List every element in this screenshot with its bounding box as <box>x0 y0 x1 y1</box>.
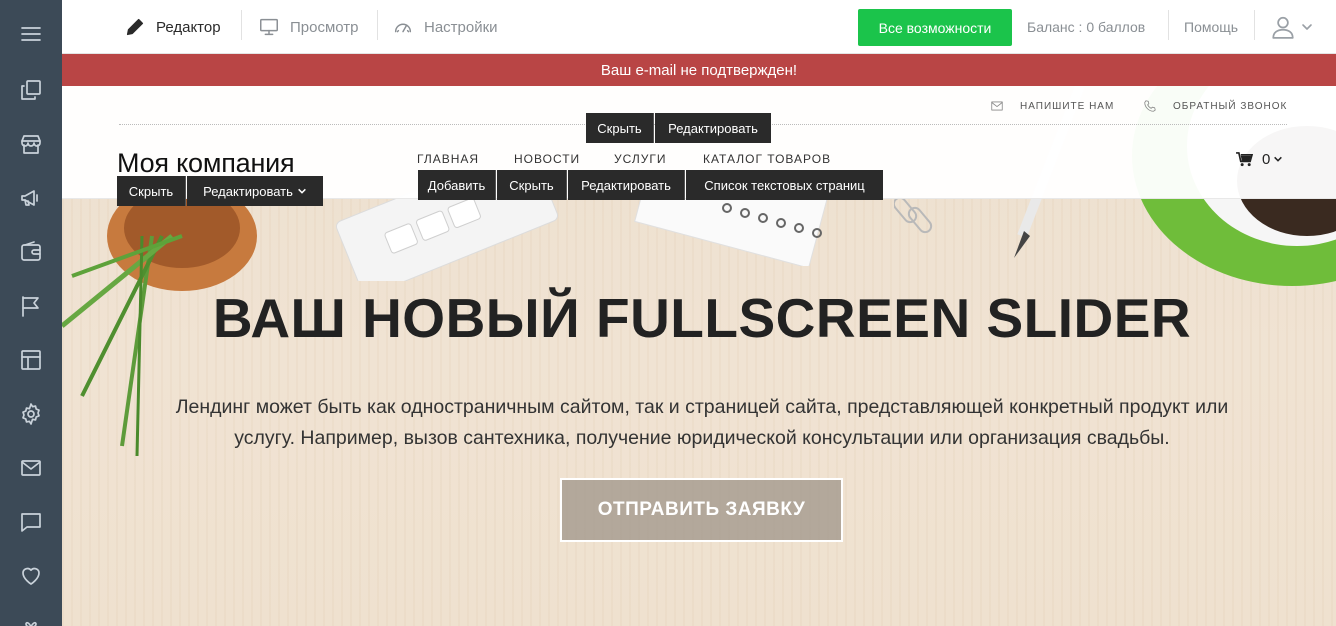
sidebar-item-favorites[interactable] <box>0 549 62 603</box>
tab-preview[interactable]: Просмотр <box>258 0 359 54</box>
hide-menu-button[interactable]: Скрыть <box>497 170 567 200</box>
sidebar-item-wallet[interactable] <box>0 225 62 279</box>
pages-icon <box>21 80 41 100</box>
sidebar-item-pages[interactable] <box>0 63 62 117</box>
callback-link[interactable]: ОБРАТНЫЙ ЗВОНОК <box>1143 98 1287 114</box>
flag-icon <box>22 296 39 317</box>
store-icon <box>21 135 41 154</box>
sidebar-item-flag[interactable] <box>0 279 62 333</box>
add-menu-item-button[interactable]: Добавить <box>418 170 496 200</box>
cart-icon <box>1236 151 1253 166</box>
tab-preview-label: Просмотр <box>290 18 359 36</box>
tab-settings-label: Настройки <box>424 18 498 36</box>
edit-logo-button[interactable]: Редактировать <box>187 176 323 206</box>
hero-description: Лендинг может быть как одностраничным са… <box>122 392 1282 454</box>
sidebar-item-gift[interactable] <box>0 603 62 626</box>
all-features-button[interactable]: Все возможности <box>858 9 1012 46</box>
toolbar-divider <box>1254 10 1255 40</box>
user-icon <box>1272 16 1294 39</box>
callback-label: ОБРАТНЫЙ ЗВОНОК <box>1173 100 1288 112</box>
text-pages-list-button[interactable]: Список текстовых страниц <box>686 170 883 200</box>
edit-menu-button[interactable]: Редактировать <box>568 170 685 200</box>
envelope-icon <box>991 101 1003 111</box>
balance-text: Баланс : 0 баллов <box>1027 19 1146 35</box>
toolbar-divider <box>377 10 378 40</box>
sidebar <box>0 0 62 626</box>
top-toolbar: Редактор Просмотр Настройки Все возможно… <box>62 0 1336 54</box>
cart-button[interactable]: 0 <box>1236 150 1292 168</box>
chevron-down-icon <box>1302 24 1312 30</box>
hero-description-line: услугу. Например, вызов сантехника, полу… <box>234 427 1170 449</box>
toolbar-divider <box>1168 10 1169 40</box>
hide-logo-button[interactable]: Скрыть <box>117 176 186 206</box>
pencil-icon <box>126 18 144 36</box>
write-us-link[interactable]: НАПИШИТЕ НАМ <box>990 98 1114 114</box>
mail-icon <box>21 460 41 476</box>
edit-logo-label: Редактировать <box>203 183 293 199</box>
sidebar-item-store[interactable] <box>0 117 62 171</box>
sidebar-item-promo[interactable] <box>0 171 62 225</box>
gear-icon <box>22 403 40 425</box>
sidebar-item-menu[interactable] <box>0 7 62 61</box>
cart-count: 0 <box>1262 150 1271 168</box>
site-logo[interactable]: Моя компания <box>117 148 295 179</box>
hero-title: ВАШ НОВЫЙ FULLSCREEN SLIDER <box>212 287 1192 349</box>
site-preview: НАПИШИТЕ НАМ ОБРАТНЫЙ ЗВОНОК Моя компани… <box>62 86 1336 626</box>
tab-editor[interactable]: Редактор <box>124 0 221 54</box>
submit-request-button[interactable]: ОТПРАВИТЬ ЗАЯВКУ <box>560 478 843 542</box>
promo-icon <box>21 190 38 206</box>
chat-icon <box>21 513 41 532</box>
sidebar-item-chat[interactable] <box>0 495 62 549</box>
menu-icon <box>21 27 41 41</box>
hide-contacts-button[interactable]: Скрыть <box>586 113 654 143</box>
nav-item-news[interactable]: НОВОСТИ <box>514 152 580 166</box>
tab-editor-label: Редактор <box>156 18 221 36</box>
help-link[interactable]: Помощь <box>1184 0 1238 54</box>
phone-icon <box>1144 100 1156 112</box>
nav-item-catalog[interactable]: КАТАЛОГ ТОВАРОВ <box>703 152 831 166</box>
nav-item-home[interactable]: ГЛАВНАЯ <box>417 152 479 166</box>
tab-settings[interactable]: Настройки <box>392 0 498 54</box>
gift-icon <box>25 621 37 626</box>
chevron-down-icon <box>298 188 306 194</box>
user-menu[interactable] <box>1270 0 1330 54</box>
heart-icon <box>22 567 40 585</box>
wallet-icon <box>21 241 41 261</box>
sidebar-item-settings[interactable] <box>0 387 62 441</box>
monitor-icon <box>260 18 278 36</box>
write-us-label: НАПИШИТЕ НАМ <box>1020 100 1115 112</box>
speedometer-icon <box>394 23 412 33</box>
sidebar-item-layout[interactable] <box>0 333 62 387</box>
chevron-down-icon <box>1274 156 1283 162</box>
hero-description-line: Лендинг может быть как одностраничным са… <box>175 396 1229 418</box>
sidebar-item-mail[interactable] <box>0 441 62 495</box>
layout-icon <box>21 350 41 370</box>
toolbar-divider <box>241 10 242 40</box>
edit-contacts-button[interactable]: Редактировать <box>655 113 771 143</box>
email-not-confirmed-alert: Ваш e-mail не подтвержден! <box>62 54 1336 86</box>
nav-item-services[interactable]: УСЛУГИ <box>614 152 667 166</box>
